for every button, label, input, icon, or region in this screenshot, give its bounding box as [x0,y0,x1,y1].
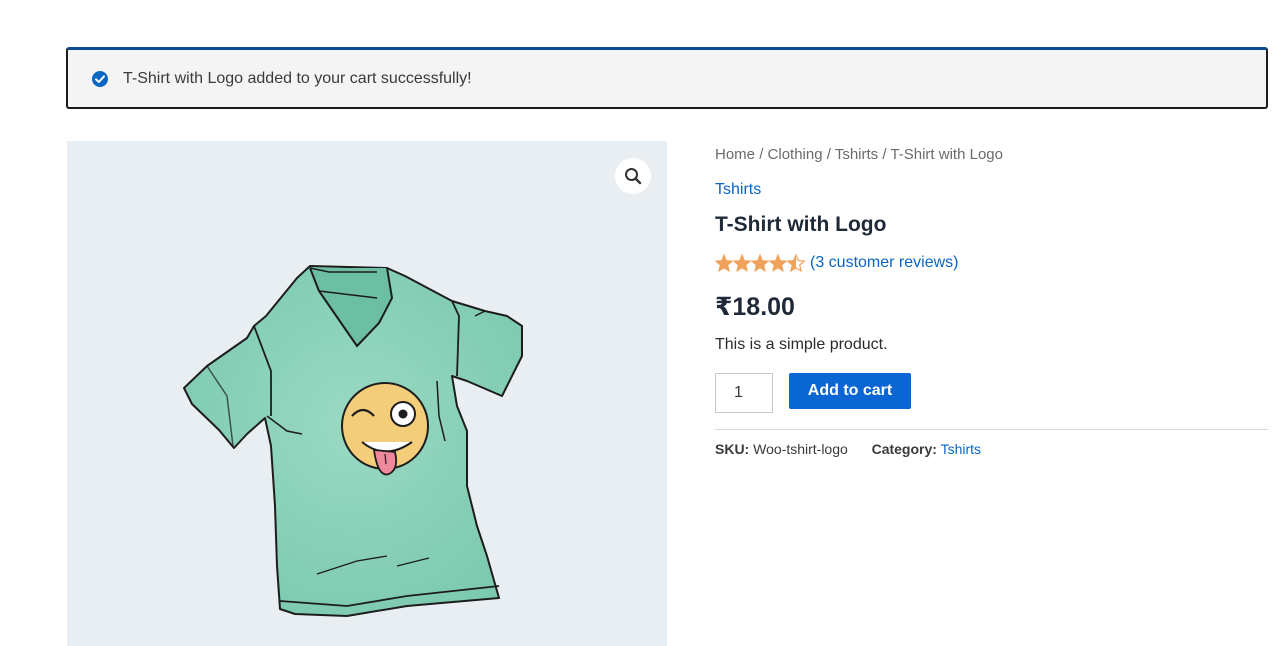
cart-success-notice: T-Shirt with Logo added to your cart suc… [66,47,1268,109]
product-meta: SKU: Woo-tshirt-logo Category: Tshirts [715,441,981,457]
product-category-link[interactable]: Tshirts [715,181,761,199]
product-gallery [67,141,667,646]
category-label: Category: [871,441,937,457]
tshirt-image[interactable] [167,256,557,626]
breadcrumb: Home / Clothing / Tshirts / T-Shirt with… [715,146,1003,163]
sku-value: Woo-tshirt-logo [753,441,848,457]
magnifier-icon [625,168,642,185]
product-short-description: This is a simple product. [715,336,888,353]
star-rating [715,254,805,272]
divider [715,429,1268,430]
product-title: T-Shirt with Logo [715,213,887,236]
sku-label: SKU: [715,441,750,457]
breadcrumb-separator: / [826,146,831,163]
customer-reviews-link[interactable]: (3 customer reviews) [810,254,958,272]
breadcrumb-home[interactable]: Home [715,146,755,163]
notice-message: T-Shirt with Logo added to your cart suc… [123,70,472,87]
check-circle-icon [92,71,108,87]
breadcrumb-separator: / [882,146,887,163]
breadcrumb-separator: / [759,146,764,163]
add-to-cart-button[interactable]: Add to cart [789,373,911,409]
star-full-icon [715,254,733,272]
product-price: ₹18.00 [715,293,795,321]
zoom-button[interactable] [615,158,651,194]
quantity-input[interactable] [715,373,773,413]
star-full-icon [751,254,769,272]
breadcrumb-tshirts[interactable]: Tshirts [835,146,878,163]
star-half-icon [787,254,805,272]
category-value-link[interactable]: Tshirts [941,441,981,457]
star-full-icon [769,254,787,272]
star-full-icon [733,254,751,272]
breadcrumb-clothing[interactable]: Clothing [768,146,823,163]
breadcrumb-current: T-Shirt with Logo [890,146,1003,163]
